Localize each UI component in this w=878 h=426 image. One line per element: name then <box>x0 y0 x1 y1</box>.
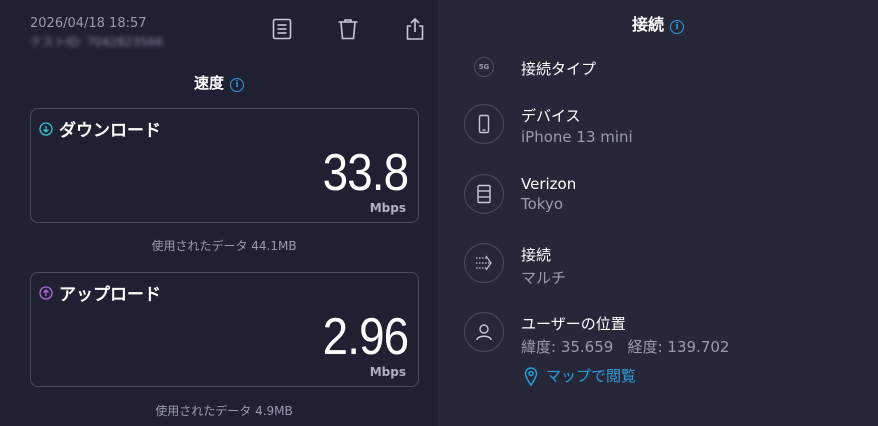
connections-icon-circle <box>464 243 504 283</box>
connection-info-icon[interactable]: i <box>670 20 684 34</box>
connection-type-label: 接続タイプ <box>521 60 597 78</box>
test-timestamp: 2026/04/18 18:57 <box>30 16 147 31</box>
connection-type-row: 5G 接続タイプ <box>474 57 596 78</box>
upload-speed-value: 2.96 <box>322 308 408 366</box>
download-speed-value: 33.8 <box>322 144 408 202</box>
location-row: ユーザーの位置 緯度: 35.659 経度: 139.702 <box>464 312 729 356</box>
device-title: デバイス <box>521 107 581 125</box>
test-id: テストID: 7042823566 <box>30 35 163 49</box>
location-title: ユーザーの位置 <box>521 315 626 333</box>
upload-label: アップロード <box>59 285 161 305</box>
device-icon-circle <box>464 104 504 144</box>
location-icon-circle <box>464 312 504 352</box>
upload-data-used: 使用されたデータ 4.9MB <box>155 404 293 418</box>
server-icon <box>477 184 491 204</box>
map-pin-icon <box>524 366 538 386</box>
speed-section-title: 速度 i <box>0 72 438 93</box>
view-on-map-label: マップで閲覧 <box>546 367 637 385</box>
device-value: iPhone 13 mini <box>521 128 633 146</box>
upload-unit: Mbps <box>369 365 406 379</box>
provider-row: Verizon Tokyo <box>464 174 576 214</box>
upload-arrow-icon <box>39 285 53 300</box>
connections-title: 接続 <box>521 246 552 264</box>
speed-info-icon[interactable]: i <box>230 78 244 92</box>
download-label: ダウンロード <box>59 121 161 141</box>
results-list-icon <box>272 18 292 40</box>
provider-icon-circle <box>464 174 504 214</box>
provider-value: Tokyo <box>521 195 563 213</box>
trash-icon <box>338 19 358 40</box>
download-data-used: 使用されたデータ 44.1MB <box>151 239 297 253</box>
connection-panel: 接続 i 5G 接続タイプ デバイス iPhone 13 mini Verizo… <box>438 0 878 426</box>
phone-icon <box>478 114 490 134</box>
share-icon <box>406 17 424 40</box>
location-coordinates: 緯度: 35.659 経度: 139.702 <box>521 338 730 356</box>
user-icon <box>476 324 492 341</box>
connections-row: 接続 マルチ <box>464 243 566 287</box>
connections-value: マルチ <box>521 269 567 287</box>
provider-title: Verizon <box>521 175 577 193</box>
download-card: ダウンロード 33.8 Mbps <box>30 108 419 223</box>
delete-button[interactable] <box>333 14 363 44</box>
upload-card: アップロード 2.96 Mbps <box>30 272 419 387</box>
multi-connection-icon <box>476 255 492 271</box>
5g-badge-icon: 5G <box>474 57 494 77</box>
results-panel: 2026/04/18 18:57 テストID: 7042823566 速度i <box>0 0 438 426</box>
share-button[interactable] <box>400 14 430 44</box>
download-unit: Mbps <box>369 201 406 215</box>
device-row: デバイス iPhone 13 mini <box>464 104 633 146</box>
results-list-button[interactable] <box>267 14 297 44</box>
view-on-map-link[interactable]: マップで閲覧 <box>524 365 636 386</box>
download-arrow-icon <box>39 121 53 136</box>
connection-section-title: 接続 i <box>438 11 878 35</box>
